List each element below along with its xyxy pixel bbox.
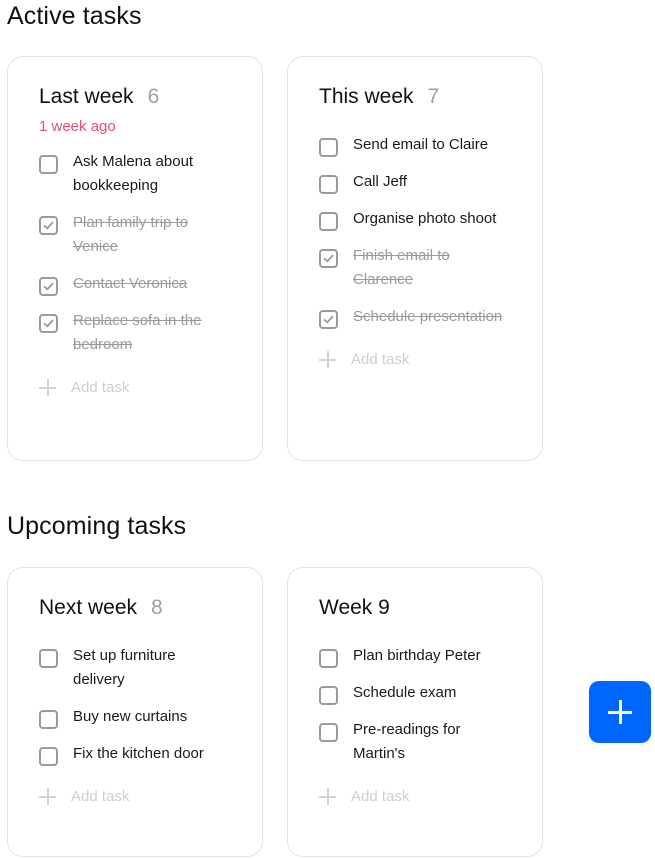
checkbox[interactable] bbox=[319, 175, 338, 194]
task-item: Schedule presentation bbox=[319, 308, 522, 329]
task-item: Plan birthday Peter bbox=[319, 647, 522, 668]
checkbox[interactable] bbox=[319, 212, 338, 231]
task-label[interactable]: Ask Malena about bookkeeping bbox=[73, 150, 223, 198]
card-title: Last week bbox=[39, 85, 134, 108]
card-next-week: Next week 8 Set up furniture delivery Buy… bbox=[7, 567, 263, 857]
task-list: Ask Malena about bookkeeping Plan family … bbox=[39, 153, 242, 357]
task-label[interactable]: Schedule presentation bbox=[353, 305, 503, 329]
task-list: Send email to Claire Call Jeff Organise ph… bbox=[319, 136, 522, 329]
task-item: Call Jeff bbox=[319, 173, 522, 194]
task-item: Fix the kitchen door bbox=[39, 745, 242, 766]
checkbox-checked[interactable] bbox=[39, 277, 58, 296]
task-list: Set up furniture delivery Buy new curtain… bbox=[39, 647, 242, 766]
task-label[interactable]: Finish email to Clarence bbox=[353, 244, 503, 292]
checkbox-checked[interactable] bbox=[39, 314, 58, 333]
active-tasks-heading: Active tasks bbox=[7, 2, 142, 30]
plus-icon bbox=[319, 351, 336, 368]
checkbox[interactable] bbox=[319, 686, 338, 705]
check-icon bbox=[323, 254, 334, 263]
add-task-button[interactable]: Add task bbox=[39, 379, 242, 396]
task-label[interactable]: Organise photo shoot bbox=[353, 207, 503, 231]
task-count: 8 bbox=[151, 596, 163, 619]
add-task-label: Add task bbox=[71, 788, 130, 805]
task-label[interactable]: Buy new curtains bbox=[73, 705, 223, 729]
checkbox[interactable] bbox=[319, 649, 338, 668]
add-task-button[interactable]: Add task bbox=[39, 788, 242, 805]
task-item: Set up furniture delivery bbox=[39, 647, 242, 692]
check-icon bbox=[43, 221, 54, 230]
card-header: Next week 8 bbox=[39, 596, 242, 624]
checkbox[interactable] bbox=[39, 710, 58, 729]
task-item: Pre-readings for Martin's bbox=[319, 721, 522, 766]
plus-icon bbox=[319, 788, 336, 805]
task-count: 7 bbox=[427, 85, 440, 108]
check-icon bbox=[43, 319, 54, 328]
add-task-label: Add task bbox=[351, 351, 410, 368]
plus-icon bbox=[39, 379, 56, 396]
plus-icon bbox=[39, 788, 56, 805]
task-item: Organise photo shoot bbox=[319, 210, 522, 231]
task-item: Replace sofa in the bedroom bbox=[39, 312, 242, 357]
checkbox[interactable] bbox=[39, 649, 58, 668]
card-last-week: Last week 6 1 week ago Ask Malena about … bbox=[7, 56, 263, 461]
checkbox[interactable] bbox=[39, 747, 58, 766]
task-item: Plan family trip to Venice bbox=[39, 214, 242, 259]
task-item: Buy new curtains bbox=[39, 708, 242, 729]
card-title: This week bbox=[319, 85, 414, 108]
task-label[interactable]: Contact Veronica bbox=[73, 272, 223, 296]
add-task-button[interactable]: Add task bbox=[319, 788, 522, 805]
task-item: Schedule exam bbox=[319, 684, 522, 705]
card-title: Next week bbox=[39, 596, 138, 619]
plus-icon bbox=[608, 700, 632, 724]
task-count: 6 bbox=[147, 85, 160, 108]
task-item: Ask Malena about bookkeeping bbox=[39, 153, 242, 198]
card-header: Week 9 bbox=[319, 596, 522, 624]
card-this-week: This week 7 Send email to Claire Call Jef… bbox=[287, 56, 543, 461]
check-icon bbox=[43, 282, 54, 291]
check-icon bbox=[323, 315, 334, 324]
task-label[interactable]: Replace sofa in the bedroom bbox=[73, 309, 223, 357]
upcoming-tasks-heading: Upcoming tasks bbox=[7, 512, 187, 540]
task-item: Finish email to Clarence bbox=[319, 247, 522, 292]
add-task-label: Add task bbox=[351, 788, 410, 805]
checkbox[interactable] bbox=[319, 138, 338, 157]
task-label[interactable]: Plan family trip to Venice bbox=[73, 211, 223, 259]
card-due-label: 1 week ago bbox=[39, 118, 116, 135]
task-list: Plan birthday Peter Schedule exam Pre-read… bbox=[319, 647, 522, 766]
checkbox[interactable] bbox=[39, 155, 58, 174]
task-item: Send email to Claire bbox=[319, 136, 522, 157]
card-header: Last week 6 bbox=[39, 85, 242, 113]
task-label[interactable]: Schedule exam bbox=[353, 681, 503, 705]
card-header: This week 7 bbox=[319, 85, 522, 113]
add-task-button[interactable]: Add task bbox=[319, 351, 522, 368]
task-label[interactable]: Call Jeff bbox=[353, 170, 503, 194]
card-title: Week 9 bbox=[319, 596, 390, 619]
checkbox-checked[interactable] bbox=[39, 216, 58, 235]
checkbox[interactable] bbox=[319, 723, 338, 742]
task-label[interactable]: Send email to Claire bbox=[353, 133, 503, 157]
task-label[interactable]: Pre-readings for Martin's bbox=[353, 718, 503, 766]
checkbox-checked[interactable] bbox=[319, 310, 338, 329]
checkbox-checked[interactable] bbox=[319, 249, 338, 268]
task-label[interactable]: Plan birthday Peter bbox=[353, 644, 503, 668]
task-item: Contact Veronica bbox=[39, 275, 242, 296]
new-task-fab[interactable] bbox=[589, 681, 651, 743]
task-label[interactable]: Fix the kitchen door bbox=[73, 742, 223, 766]
add-task-label: Add task bbox=[71, 379, 130, 396]
card-week-9: Week 9 Plan birthday Peter Schedule exam P… bbox=[287, 567, 543, 857]
task-label[interactable]: Set up furniture delivery bbox=[73, 644, 223, 692]
